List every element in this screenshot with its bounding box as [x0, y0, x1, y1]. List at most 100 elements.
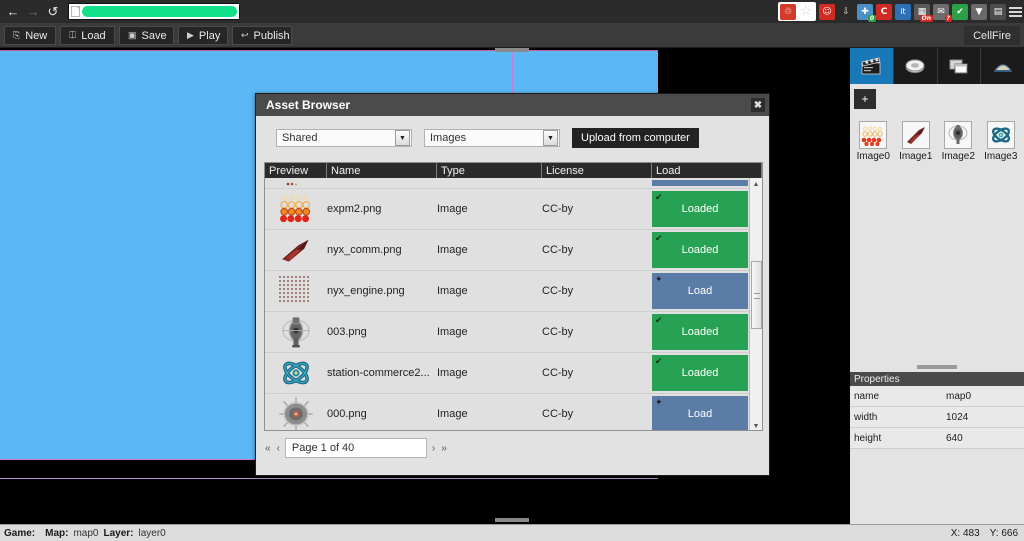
smiley-extension-icon[interactable]: ☺: [819, 4, 835, 20]
publish-button-label: Publish: [254, 30, 290, 42]
cell-type: Image: [437, 394, 542, 431]
app-root: ← → ↺ ♲ ☆ ☺ ⇩ ✚0 C it ▦On ✉? ✔ ▼ ▤: [0, 0, 1024, 541]
load-button-partial[interactable]: [652, 180, 748, 186]
column-header-name[interactable]: Name: [327, 163, 437, 178]
publish-icon: ↩: [241, 30, 249, 41]
adblock-icon[interactable]: ♲: [780, 4, 796, 20]
tab-terrain[interactable]: [981, 48, 1024, 84]
load-toggle-button[interactable]: ✔ Loaded: [652, 232, 748, 268]
load-toggle-button[interactable]: ✔ Loaded: [652, 314, 748, 350]
shield-extension-icon[interactable]: ✔: [952, 4, 968, 20]
next-page-button[interactable]: ›: [431, 443, 436, 454]
asset-table-scrollbar[interactable]: ▲ ▼: [749, 178, 762, 431]
property-value[interactable]: 640: [946, 433, 1024, 444]
cell-preview: [265, 230, 327, 270]
it-extension-icon[interactable]: it: [895, 4, 911, 20]
table-row-partial[interactable]: [265, 178, 762, 189]
play-button[interactable]: ▶ Play: [178, 26, 228, 45]
table-row[interactable]: station-commerce2... Image CC-by ✔ Loade…: [265, 353, 762, 394]
address-bar[interactable]: [68, 3, 240, 20]
adblock-group[interactable]: ♲ ☆: [778, 2, 816, 21]
cell-name: expm2.png: [327, 189, 437, 229]
check-icon: ✔: [655, 233, 663, 244]
properties-splitter[interactable]: [850, 364, 1024, 372]
download-extension-icon[interactable]: ⇩: [838, 4, 854, 20]
back-arrow-icon[interactable]: ←: [4, 3, 22, 21]
browser-extension-tray: ♲ ☆ ☺ ⇩ ✚0 C it ▦On ✉? ✔ ▼ ▤: [778, 0, 1022, 23]
asset-thumb-image0[interactable]: Image0: [852, 121, 895, 162]
table-row[interactable]: 003.png Image CC-by ✔ Loaded: [265, 312, 762, 353]
scroll-down-icon[interactable]: ▼: [750, 420, 762, 431]
last-page-button[interactable]: »: [440, 443, 448, 454]
asset-thumb-image2[interactable]: Image2: [937, 121, 980, 162]
scrollbar-thumb[interactable]: [751, 261, 762, 329]
globe-extension-icon[interactable]: ✚0: [857, 4, 873, 20]
table-row[interactable]: nyx_engine.png Image CC-by ✦ Load: [265, 271, 762, 312]
cell-load: ✔ Loaded: [652, 353, 762, 393]
cell-type: Image: [437, 312, 542, 352]
load-toggle-button[interactable]: ✦ Load: [652, 273, 748, 309]
page-input[interactable]: Page 1 of 40: [285, 438, 427, 458]
cell-load: ✦ Load: [652, 394, 762, 431]
first-page-button[interactable]: «: [264, 443, 272, 454]
shade-extension-icon[interactable]: ▼: [971, 4, 987, 20]
load-toggle-button[interactable]: ✔ Loaded: [652, 355, 748, 391]
app-brand-label: CellFire: [964, 26, 1020, 45]
canvas-resize-handle-bottom[interactable]: [495, 518, 529, 522]
reload-icon[interactable]: ↺: [44, 3, 62, 21]
load-button[interactable]: ⎅ Load: [60, 26, 115, 45]
bank-extension-icon[interactable]: ▤: [990, 4, 1006, 20]
cell-license: [542, 178, 652, 188]
table-row[interactable]: expm2.png Image CC-by ✔ Loaded: [265, 189, 762, 230]
chevron-down-icon[interactable]: ▼: [395, 130, 410, 146]
publish-button[interactable]: ↩ Publish: [232, 26, 292, 45]
column-header-type[interactable]: Type: [437, 163, 542, 178]
cell-preview: [265, 189, 327, 229]
sidebar-tabstrip: [850, 48, 1024, 84]
tab-sounds[interactable]: [894, 48, 938, 84]
tab-layers[interactable]: [938, 48, 982, 84]
asset-thumb-image1[interactable]: Image1: [895, 121, 938, 162]
forward-arrow-icon[interactable]: →: [24, 3, 42, 21]
c-extension-icon[interactable]: C: [876, 4, 892, 20]
table-row[interactable]: 000.png Image CC-by ✦ Load: [265, 394, 762, 431]
load-toggle-button[interactable]: ✔ Loaded: [652, 191, 748, 227]
bookmark-star-icon[interactable]: ☆: [798, 4, 814, 20]
cursor-y-label: Y: 666: [990, 528, 1018, 539]
add-asset-button[interactable]: +: [854, 89, 876, 109]
chrome-menu-icon[interactable]: [1009, 7, 1022, 17]
plus-icon: ✦: [655, 274, 663, 285]
dialog-titlebar[interactable]: Asset Browser ✖: [256, 94, 769, 116]
close-icon[interactable]: ✖: [751, 98, 765, 112]
column-header-preview[interactable]: Preview: [265, 163, 327, 178]
column-header-license[interactable]: License: [542, 163, 652, 178]
folder-icon: ⎅: [69, 30, 76, 41]
load-toggle-button[interactable]: ✦ Load: [652, 396, 748, 431]
property-value[interactable]: map0: [946, 391, 1024, 402]
asset-thumbnail-grid: Image0 Image1: [850, 109, 1024, 162]
save-button[interactable]: ▣ Save: [119, 26, 174, 45]
pagination-controls: « ‹ Page 1 of 40 › »: [264, 438, 448, 458]
cell-type: Image: [437, 271, 542, 311]
table-row[interactable]: nyx_comm.png Image CC-by ✔ Loaded: [265, 230, 762, 271]
grid-extension-icon[interactable]: ▦On: [914, 4, 930, 20]
scope-select[interactable]: Shared ▼: [276, 129, 412, 147]
thumb-label: Image2: [942, 151, 975, 162]
windows-icon: [948, 56, 970, 76]
new-button[interactable]: ⎘ New: [4, 26, 56, 45]
browser-nav-buttons: ← → ↺: [0, 3, 62, 21]
upload-from-computer-button[interactable]: Upload from computer: [572, 128, 699, 148]
tab-scenes[interactable]: [850, 48, 894, 84]
scroll-up-icon[interactable]: ▲: [750, 178, 762, 190]
chevron-down-icon[interactable]: ▼: [543, 130, 558, 146]
property-key: width: [850, 412, 946, 423]
asset-thumb-image3[interactable]: Image3: [980, 121, 1023, 162]
column-header-load[interactable]: Load: [652, 163, 762, 178]
type-select[interactable]: Images ▼: [424, 129, 560, 147]
thumb-preview: [859, 121, 887, 149]
property-value[interactable]: 1024: [946, 412, 1024, 423]
prev-page-button[interactable]: ‹: [276, 443, 281, 454]
canvas-resize-handle-top[interactable]: [495, 48, 529, 52]
mail-extension-icon[interactable]: ✉?: [933, 4, 949, 20]
asset-browser-dialog[interactable]: Asset Browser ✖ Shared ▼ Images ▼ Upload…: [255, 93, 770, 476]
